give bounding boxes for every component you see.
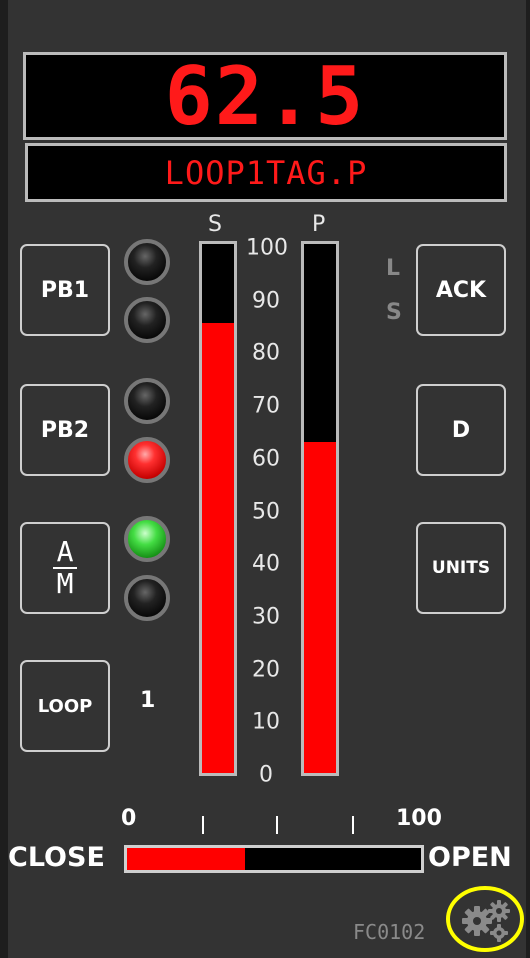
scale-tick-label: 70 <box>252 393 280 419</box>
pb1-button-label: PB1 <box>40 277 90 303</box>
setpoint-bar-fill <box>202 323 234 773</box>
ack-button-label: ACK <box>435 277 487 303</box>
close-label: CLOSE <box>8 842 105 873</box>
valve-output-fill <box>127 848 245 870</box>
auto-manual-button[interactable]: A M <box>20 522 110 614</box>
pb2-button[interactable]: PB2 <box>20 384 110 476</box>
pb1-upper-lamp <box>124 239 170 285</box>
pb2-lower-lamp <box>124 437 170 483</box>
loop-number: 1 <box>140 688 156 713</box>
process-bar-fill <box>304 442 336 773</box>
pv-value: 62.5 <box>164 49 366 143</box>
units-button[interactable]: UNITS <box>416 522 506 614</box>
loop-tag-footer: FC0102 <box>353 920 426 944</box>
valve-scale-tick <box>276 816 278 834</box>
valve-output-bar <box>124 845 424 873</box>
loop-button-label: LOOP <box>37 695 93 717</box>
scale-tick-label: 60 <box>252 446 280 472</box>
pb2-button-label: PB2 <box>40 417 90 443</box>
gears-icon <box>446 886 524 952</box>
scale-tick-label: 90 <box>252 288 280 314</box>
d-button-label: D <box>451 417 471 443</box>
tag-display: LOOP1TAG.P <box>25 143 507 202</box>
valve-min-label: 0 <box>121 806 137 831</box>
setpoint-bar-label: S <box>208 212 222 237</box>
valve-scale-tick <box>352 816 354 834</box>
scale-tick-label: 50 <box>252 499 280 524</box>
loop-button[interactable]: LOOP <box>20 660 110 752</box>
valve-scale-tick <box>202 816 204 834</box>
pv-display: 62.5 <box>23 49 507 143</box>
open-label: OPEN <box>428 842 512 873</box>
pb1-button[interactable]: PB1 <box>20 244 110 336</box>
scale-tick-label: 100 <box>246 235 288 261</box>
manual-lamp <box>124 575 170 621</box>
setpoint-bar <box>199 241 237 776</box>
ack-button[interactable]: ACK <box>416 244 506 336</box>
process-bar-label: P <box>312 212 326 237</box>
scale-tick-label: 40 <box>252 551 280 577</box>
scale-tick-label: 10 <box>252 709 280 735</box>
pb1-lower-lamp <box>124 297 170 343</box>
units-button-label: UNITS <box>431 558 491 578</box>
auto-label: A <box>56 535 74 568</box>
s-indicator: S <box>386 300 402 325</box>
auto-lamp <box>124 516 170 562</box>
settings-button[interactable] <box>445 885 525 953</box>
d-button[interactable]: D <box>416 384 506 476</box>
valve-max-label: 100 <box>396 806 442 831</box>
l-indicator: L <box>386 256 401 281</box>
scale-tick-label: 30 <box>252 604 280 630</box>
scale-tick-label: 80 <box>252 340 280 366</box>
process-bar <box>301 241 339 776</box>
scale-tick-label: 20 <box>252 657 280 683</box>
tag-value: LOOP1TAG.P <box>164 153 368 192</box>
manual-label: M <box>56 567 74 600</box>
scale-tick-label: 0 <box>259 762 273 788</box>
pb2-upper-lamp <box>124 378 170 424</box>
